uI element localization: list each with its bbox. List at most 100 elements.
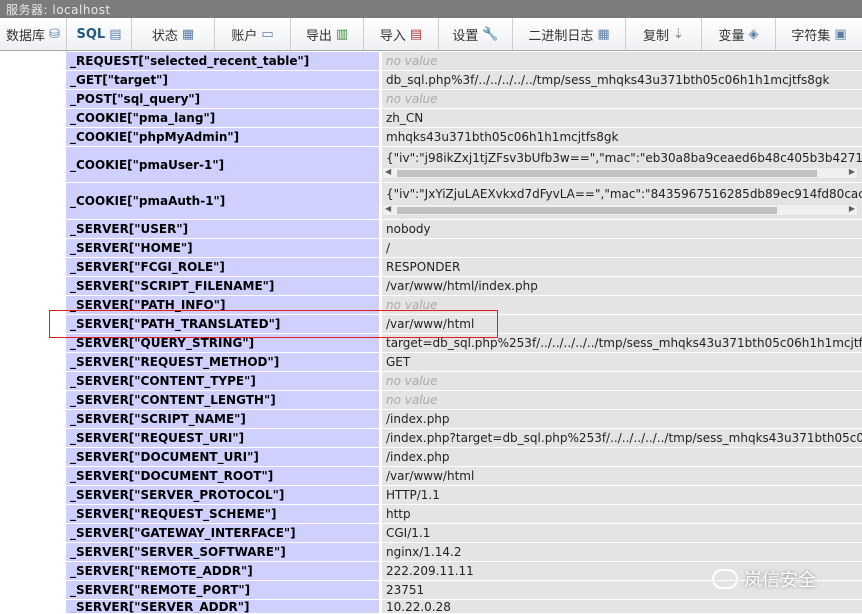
watermark: 岚信安全 [712,566,816,592]
tab-label: 导入 [379,28,406,44]
tab-label: 导出 [305,28,332,44]
variable-value: /index.php [382,410,862,429]
variable-value: 10.22.0.28 [382,600,862,614]
variable-name: _SERVER["CONTENT_TYPE"] [66,372,380,391]
tab-status[interactable]: 状态 ▦ [132,18,215,50]
table-row: _COOKIE["pmaUser-1"] {"iv":"j98ikZxj1tjZ… [66,147,862,183]
variable-name: _SERVER["REQUEST_URI"] [66,429,380,448]
tab-settings[interactable]: 设置 🔧 [439,18,513,50]
variable-value: /var/www/html [382,467,862,486]
table-row: _COOKIE["pma_lang"] zh_CN [66,109,862,128]
table-row: _POST["sql_query"] no value [66,90,862,109]
table-row: _COOKIE["pmaAuth-1"] {"iv":"JxYiZjuLAEXv… [66,183,862,220]
variable-name: _SERVER["SERVER_PROTOCOL"] [66,486,380,505]
window-title: 服务器: localhost [6,3,111,17]
variable-value: db_sql.php%3f/../../../../../tmp/sess_mh… [382,71,862,90]
variables-icon: ◈ [748,26,759,42]
variable-value: / [382,239,862,258]
wechat-logo-icon [712,569,738,589]
table-row: _SERVER["GATEWAY_INTERFACE"] CGI/1.1 [66,524,862,543]
window-titlebar: 服务器: localhost [0,0,862,18]
horizontal-scrollbar[interactable]: ◀ ▶ [382,204,858,216]
charset-icon: ▣ [834,26,847,42]
variable-value: HTTP/1.1 [382,486,862,505]
scroll-left-icon[interactable]: ◀ [385,204,391,213]
accounts-icon: ▭ [261,26,274,42]
tab-label: 二进制日志 [528,28,594,44]
table-row: _SERVER["SERVER_ADDR"] 10.22.0.28 [66,600,862,614]
variable-name: _SERVER["SERVER_SOFTWARE"] [66,543,380,562]
scrollbar-thumb[interactable] [397,170,817,177]
database-icon: ⛁ [49,26,60,42]
watermark-text: 岚信安全 [744,570,816,591]
tab-variables[interactable]: 变量 ◈ [702,18,776,50]
table-row: _SERVER["REQUEST_SCHEME"] http [66,505,862,524]
variable-name: _SERVER["REQUEST_METHOD"] [66,353,380,372]
variable-value: no value [382,391,862,410]
tab-import[interactable]: 导入 ▤ [364,18,439,50]
variable-name: _SERVER["SCRIPT_NAME"] [66,410,380,429]
scroll-left-icon[interactable]: ◀ [385,167,391,176]
table-row: _SERVER["SERVER_PROTOCOL"] HTTP/1.1 [66,486,862,505]
tab-binlog[interactable]: 二进制日志 ▦ [513,18,626,50]
table-row: _GET["target"] db_sql.php%3f/../../../..… [66,71,862,90]
variable-name: _SERVER["SCRIPT_FILENAME"] [66,277,380,296]
variable-name: _COOKIE["phpMyAdmin"] [66,128,380,147]
export-icon: ▥ [335,26,349,42]
variable-name: _COOKIE["pma_lang"] [66,109,380,128]
table-row: _REQUEST["selected_recent_table"] no val… [66,52,862,71]
variable-value: nginx/1.14.2 [382,543,862,562]
scroll-right-icon[interactable]: ▶ [849,167,855,176]
replication-icon: ⇣ [673,26,684,42]
table-row: _SERVER["DOCUMENT_URI"] /index.php [66,448,862,467]
sql-icon: ▤ [109,26,122,42]
top-menu: 数据库 ⛁ SQL ▤ 状态 ▦ 账户 ▭ 导出 ▥ 导入 ▤ 设置 🔧 二进制… [0,18,862,51]
variable-value: mhqks43u371bth05c06h1h1mcjtfs8gk [382,128,862,147]
table-row: _COOKIE["phpMyAdmin"] mhqks43u371bth05c0… [66,128,862,147]
table-row: _SERVER["HOME"] / [66,239,862,258]
variable-value: RESPONDER [382,258,862,277]
variable-name: _SERVER["CONTENT_LENGTH"] [66,391,380,410]
table-row: _SERVER["SCRIPT_FILENAME"] /var/www/html… [66,277,862,296]
binlog-icon: ▦ [597,26,610,42]
variable-value: CGI/1.1 [382,524,862,543]
variable-name: _COOKIE["pmaUser-1"] [66,147,380,183]
tab-databases[interactable]: 数据库 ⛁ [0,18,67,50]
status-icon: ▦ [181,26,195,42]
variable-name: _POST["sql_query"] [66,90,380,109]
scroll-right-icon[interactable]: ▶ [849,204,855,213]
variable-value: /var/www/html/index.php [382,277,862,296]
table-row: _SERVER["DOCUMENT_ROOT"] /var/www/html [66,467,862,486]
table-row: _SERVER["CONTENT_TYPE"] no value [66,372,862,391]
tab-label: 复制 [643,28,670,44]
tab-label: 状态 [151,28,178,44]
variable-name: _COOKIE["pmaAuth-1"] [66,183,380,220]
import-icon: ▤ [409,26,423,42]
variable-value: /index.php?target=db_sql.php%253f/../../… [382,429,862,448]
tab-label: 数据库 [6,28,46,44]
table-row: _SERVER["REQUEST_METHOD"] GET [66,353,862,372]
horizontal-scrollbar[interactable]: ◀ ▶ [382,167,858,179]
scrollbar-thumb[interactable] [397,207,777,214]
tab-charset[interactable]: 字符集 ▣ [776,18,862,50]
tab-sql[interactable]: SQL ▤ [67,18,132,50]
tab-export[interactable]: 导出 ▥ [291,18,364,50]
tab-label: 变量 [718,28,745,44]
tab-label: 设置 [452,28,479,44]
variable-name: _SERVER["GATEWAY_INTERFACE"] [66,524,380,543]
table-row: _SERVER["SERVER_SOFTWARE"] nginx/1.14.2 [66,543,862,562]
variable-name: _GET["target"] [66,71,380,90]
table-row: _SERVER["REQUEST_URI"] /index.php?target… [66,429,862,448]
variable-name: _SERVER["REQUEST_SCHEME"] [66,505,380,524]
tab-accounts[interactable]: 账户 ▭ [215,18,291,50]
variable-value: http [382,505,862,524]
table-row: _SERVER["SCRIPT_NAME"] /index.php [66,410,862,429]
variable-value: no value [382,90,862,109]
variable-name: _SERVER["FCGI_ROLE"] [66,258,380,277]
variable-value: nobody [382,220,862,239]
wrench-icon: 🔧 [482,26,499,42]
variable-name: _SERVER["REMOTE_PORT"] [66,581,380,600]
tab-replication[interactable]: 复制 ⇣ [626,18,702,50]
tab-label: 账户 [231,28,258,44]
variable-name: _SERVER["REMOTE_ADDR"] [66,562,380,581]
